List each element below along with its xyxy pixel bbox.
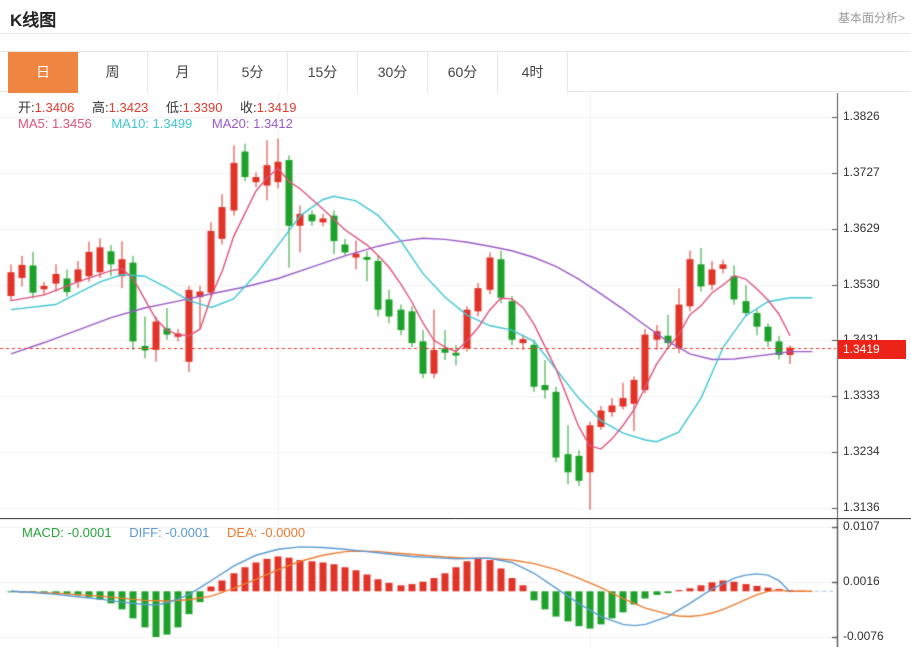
high-label: 高: <box>92 100 109 115</box>
price-axis-label: 1.3727 <box>843 165 905 179</box>
high-value: 1.3423 <box>109 100 149 115</box>
price-axis-label: 1.3826 <box>843 109 905 123</box>
fundamental-analysis-link[interactable]: 基本面分析> <box>838 9 905 26</box>
low-label: 低: <box>166 100 183 115</box>
low-value: 1.3390 <box>183 100 223 115</box>
chart-area: 开:1.3406 高:1.3423 低:1.3390 收:1.3419 MA5:… <box>0 93 911 647</box>
ma5-legend: MA5: 1.3456 <box>18 116 92 131</box>
price-axis-label: 1.3136 <box>843 500 905 514</box>
candlestick-chart-canvas[interactable] <box>0 93 911 518</box>
page-header: K线图 基本面分析> <box>0 0 911 34</box>
tab-month[interactable]: 月 <box>148 52 218 93</box>
tab-30min[interactable]: 30分 <box>358 52 428 93</box>
macd-legend: MACD: -0.0001 DIFF: -0.0001 DEA: -0.0000 <box>22 525 319 540</box>
period-tab-bar: 日 周 月 5分 15分 30分 60分 4时 <box>0 51 911 92</box>
current-price-tag: 1.3419 <box>838 340 906 359</box>
ma-legend: MA5: 1.3456 MA10: 1.3499 MA20: 1.3412 <box>18 116 309 131</box>
price-axis-label: 1.3629 <box>843 221 905 235</box>
macd-value-legend: MACD: -0.0001 <box>22 525 112 540</box>
price-axis-label: 1.3530 <box>843 277 905 291</box>
tab-60min[interactable]: 60分 <box>428 52 498 93</box>
tab-week[interactable]: 周 <box>78 52 148 93</box>
ma10-legend: MA10: 1.3499 <box>111 116 192 131</box>
open-label: 开: <box>18 100 35 115</box>
close-label: 收: <box>240 100 257 115</box>
tab-5min[interactable]: 5分 <box>218 52 288 93</box>
price-axis-label: 1.3234 <box>843 444 905 458</box>
ma20-legend: MA20: 1.3412 <box>212 116 293 131</box>
tab-day[interactable]: 日 <box>8 52 78 93</box>
tab-15min[interactable]: 15分 <box>288 52 358 93</box>
page-title: K线图 <box>10 6 56 31</box>
diff-value-legend: DIFF: -0.0001 <box>129 525 209 540</box>
kline-page: K线图 基本面分析> 日 周 月 5分 15分 30分 60分 4时 开:1.3… <box>0 0 911 647</box>
macd-axis-label: 0.0107 <box>843 519 905 533</box>
price-axis-label: 1.3333 <box>843 388 905 402</box>
tab-4hour[interactable]: 4时 <box>498 52 568 93</box>
open-value: 1.3406 <box>35 100 75 115</box>
dea-value-legend: DEA: -0.0000 <box>227 525 305 540</box>
macd-axis-label: -0.0076 <box>843 629 905 643</box>
macd-axis-label: 0.0016 <box>843 574 905 588</box>
ohlc-readout: 开:1.3406 高:1.3423 低:1.3390 收:1.3419 <box>18 97 310 116</box>
close-value: 1.3419 <box>257 100 297 115</box>
